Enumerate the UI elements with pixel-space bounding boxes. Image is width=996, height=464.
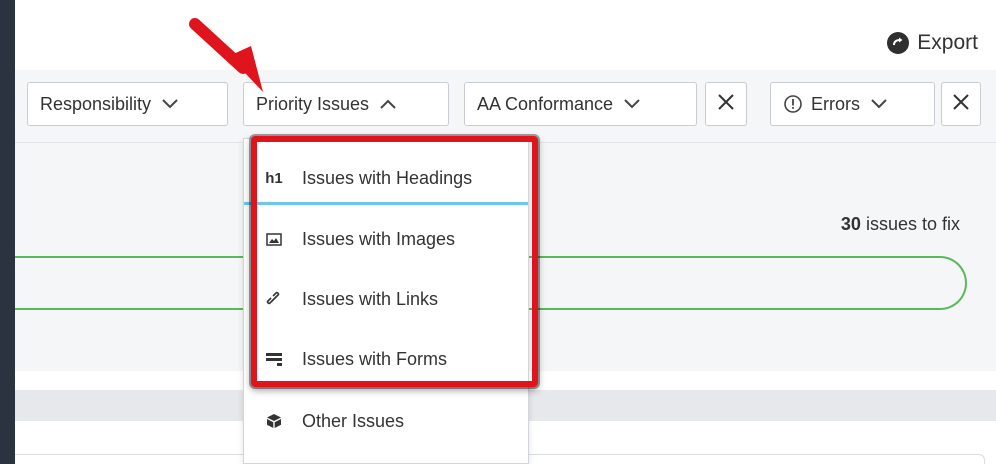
priority-issues-filter-label: Priority Issues xyxy=(256,93,370,114)
box-icon xyxy=(264,411,284,431)
issues-count-number: 30 xyxy=(840,214,861,234)
menu-item-links[interactable]: Issues with Links xyxy=(244,279,528,319)
menu-item-forms[interactable]: Issues with Forms xyxy=(244,339,528,379)
issues-count-label: issues to fix xyxy=(860,214,960,234)
menu-item-headings[interactable]: h1 Issues with Headings xyxy=(244,155,528,205)
link-icon xyxy=(264,289,284,309)
top-bar: Export xyxy=(15,0,996,70)
errors-filter-label: Errors xyxy=(811,93,860,114)
form-icon xyxy=(264,349,284,369)
export-icon xyxy=(887,32,910,54)
app-window: Export Responsibility Priority Issues AA… xyxy=(15,0,996,464)
close-icon xyxy=(952,93,970,116)
menu-item-label: Issues with Headings xyxy=(302,168,473,188)
errors-filter[interactable]: Errors xyxy=(770,82,935,126)
chevron-down-icon xyxy=(870,98,888,110)
heading-icon: h1 xyxy=(265,170,283,187)
menu-item-label: Issues with Forms xyxy=(302,348,448,369)
priority-issues-filter[interactable]: Priority Issues xyxy=(243,82,449,126)
conformance-filter-label: AA Conformance xyxy=(477,93,614,114)
clear-errors-button[interactable] xyxy=(941,82,981,126)
error-icon xyxy=(783,94,803,114)
menu-item-label: Issues with Images xyxy=(302,228,456,249)
menu-item-other[interactable]: Other Issues xyxy=(244,401,528,441)
responsibility-filter[interactable]: Responsibility xyxy=(27,82,228,126)
clear-conformance-button[interactable] xyxy=(705,82,747,126)
export-label: Export xyxy=(917,31,978,54)
menu-item-label: Other Issues xyxy=(302,410,405,431)
close-icon xyxy=(717,93,735,116)
export-button[interactable]: Export xyxy=(887,31,978,55)
chevron-down-icon xyxy=(161,98,179,110)
menu-item-images[interactable]: Issues with Images xyxy=(244,219,528,259)
responsibility-filter-label: Responsibility xyxy=(40,93,152,114)
chevron-up-icon xyxy=(379,98,397,110)
issues-count: 30 issues to fix xyxy=(841,214,960,235)
conformance-filter[interactable]: AA Conformance xyxy=(464,82,697,126)
chevron-down-icon xyxy=(623,98,641,110)
filter-bar: Responsibility Priority Issues AA Confor… xyxy=(15,70,996,143)
priority-issues-menu: h1 Issues with Headings Issues with Imag… xyxy=(243,138,529,464)
menu-item-label: Issues with Links xyxy=(302,288,439,309)
image-icon xyxy=(264,229,284,249)
